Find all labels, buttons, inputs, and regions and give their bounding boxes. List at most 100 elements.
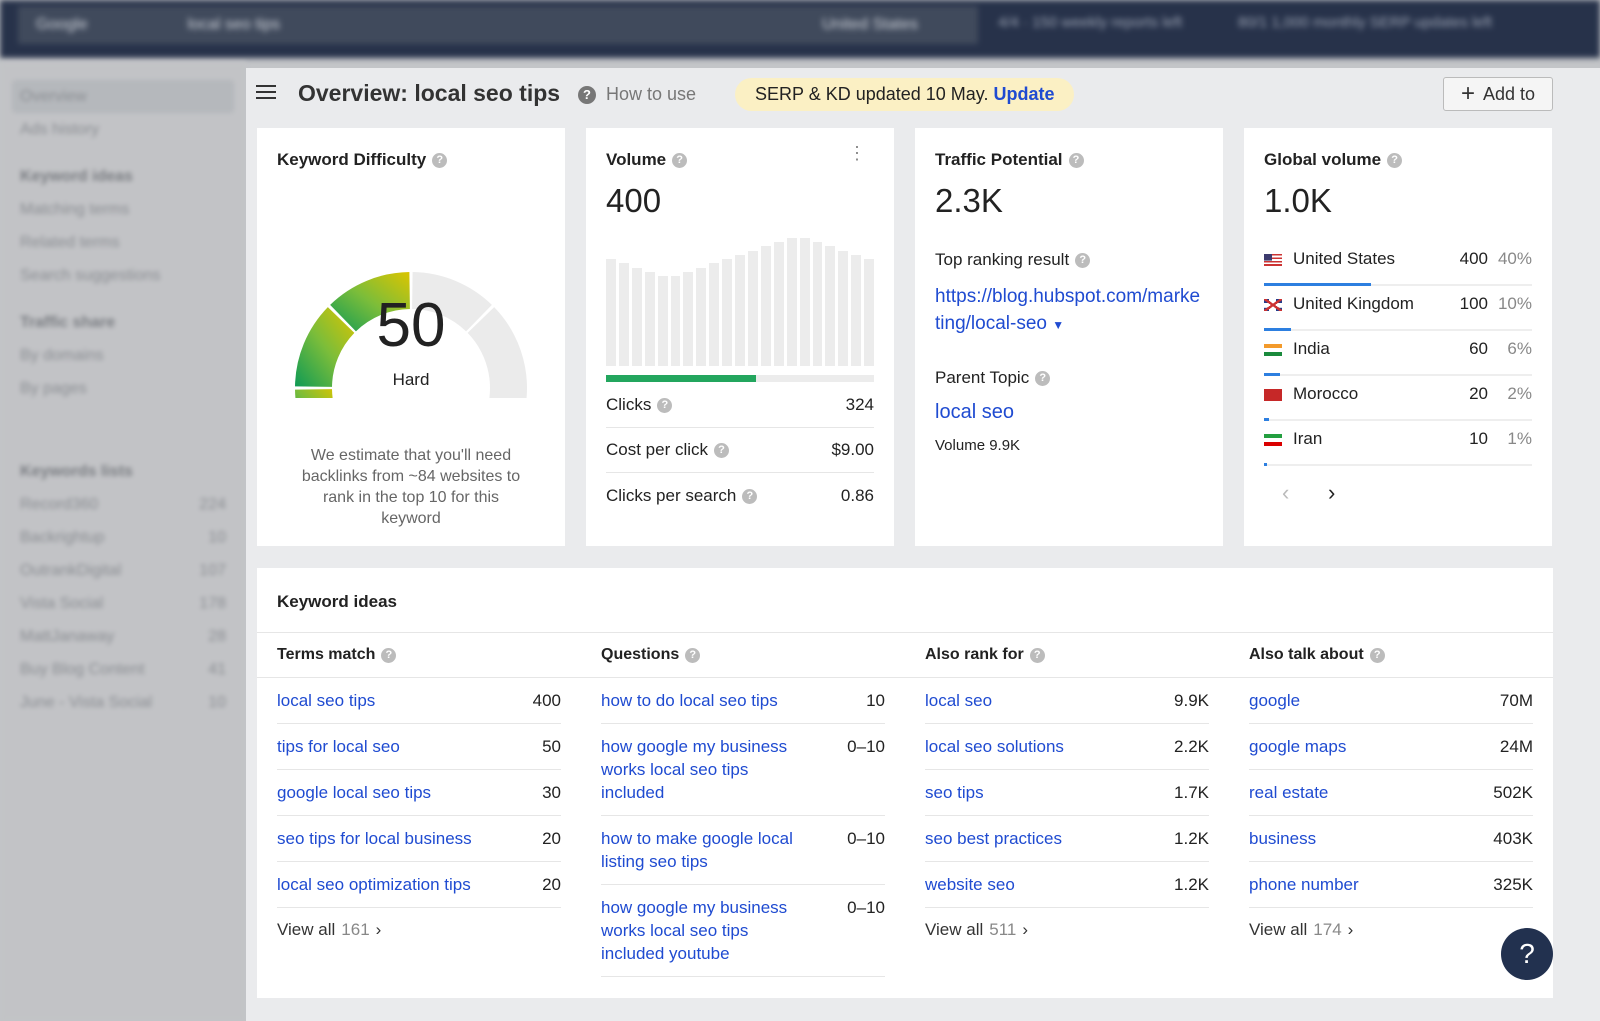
ma-flag-icon (1264, 389, 1282, 401)
country-volume: 400 (1459, 249, 1488, 268)
sidebar-item[interactable]: Matching terms (0, 193, 246, 226)
help-icon[interactable]: ? (1075, 253, 1091, 269)
help-icon[interactable]: ? (685, 647, 701, 663)
keyword-volume: 1.2K (1174, 875, 1209, 894)
help-button[interactable]: ? (1501, 928, 1553, 980)
sidebar-item[interactable]: Related terms (0, 226, 246, 259)
query-input[interactable]: local seo tips (188, 16, 281, 34)
help-icon[interactable]: ? (742, 488, 758, 504)
keyword-link[interactable]: tips for local seo (277, 735, 400, 758)
keyword-link[interactable]: seo tips (925, 781, 984, 804)
keyword-list-item[interactable]: June - Vista Social 10 (0, 686, 246, 719)
menu-icon[interactable] (256, 85, 276, 101)
search-bar[interactable]: Google local seo tips United States (18, 6, 978, 44)
view-all-link[interactable]: View all 174 › (1249, 920, 1533, 940)
keyword-row: seo tips 1.7K (925, 770, 1209, 816)
sidebar-item[interactable]: Overview (12, 80, 234, 113)
help-icon[interactable]: ? (1035, 371, 1051, 387)
view-all-link[interactable]: View all 511 › (925, 920, 1209, 940)
keyword-list-item[interactable]: Backrightup 10 (0, 521, 246, 554)
parent-topic-link[interactable]: local seo (935, 401, 1014, 424)
help-icon[interactable]: ? (714, 443, 730, 459)
help-icon[interactable]: ? (672, 153, 688, 169)
country-select[interactable]: United States (822, 16, 918, 34)
keyword-link[interactable]: local seo optimization tips (277, 873, 471, 896)
keyword-link[interactable]: business (1249, 827, 1316, 850)
keyword-link[interactable]: google (1249, 689, 1300, 712)
keyword-link[interactable]: google maps (1249, 735, 1346, 758)
sidebar-item[interactable]: Search suggestions (0, 259, 246, 292)
country-volume: 60 (1469, 339, 1488, 358)
trend-bar (709, 263, 720, 366)
sidebar-lists-title: Keywords lists (20, 462, 133, 480)
engine-select[interactable]: Google (36, 16, 88, 34)
keyword-link[interactable]: how to do local seo tips (601, 689, 778, 712)
keyword-ideas-column: Also rank for? local seo 9.9K local seo sol… (905, 633, 1229, 940)
next-page-icon[interactable]: › (1328, 480, 1335, 506)
trend-bar (773, 242, 784, 366)
country-name: Iran (1293, 429, 1323, 448)
kd-label: Hard (392, 370, 430, 389)
keyword-list-item[interactable]: OutrankDigital 107 (0, 554, 246, 587)
keyword-link[interactable]: google local seo tips (277, 781, 431, 804)
list-count: 10 (208, 693, 226, 711)
help-icon[interactable]: ? (1387, 153, 1403, 169)
kd-title: Keyword Difficulty (277, 150, 427, 169)
sidebar-item-label: By domains (20, 346, 104, 364)
how-to-use-link[interactable]: ? How to use (578, 84, 696, 105)
list-count: 41 (208, 660, 226, 678)
column-title: Also talk about (1249, 646, 1364, 663)
sidebar: Overview Ads history Keyword ideas Matching… (0, 62, 246, 1021)
sidebar-item[interactable]: By pages (0, 372, 246, 405)
keyword-row: google 70M (1249, 678, 1533, 724)
keyword-link[interactable]: how google my business works local seo t… (601, 896, 811, 965)
keyword-list-item[interactable]: Record360 224 (0, 488, 246, 521)
metric-label: Clicks per search (606, 485, 737, 505)
add-to-button[interactable]: + Add to (1443, 77, 1553, 111)
column-title: Terms match (277, 646, 376, 663)
help-icon[interactable]: ? (432, 153, 448, 169)
keyword-list-item[interactable]: Vista Social 178 (0, 587, 246, 620)
keyword-link[interactable]: seo tips for local business (277, 827, 472, 850)
keyword-link[interactable]: real estate (1249, 781, 1328, 804)
keyword-volume: 502K (1493, 783, 1533, 802)
sidebar-section-title: Traffic share (20, 313, 116, 331)
in-flag-icon (1264, 344, 1282, 356)
caret-down-icon[interactable]: ▼ (1052, 318, 1064, 332)
view-all-count: 161 (341, 920, 370, 939)
keyword-link[interactable]: how to make google local listing seo tip… (601, 827, 811, 873)
list-name: MattJanaway (20, 627, 115, 645)
sidebar-item[interactable]: Ads history (0, 113, 246, 146)
more-icon[interactable]: ⋮ (848, 144, 866, 162)
top-result-link[interactable]: https://blog.hubspot.com/marketing/local… (935, 286, 1200, 334)
trend-bar (851, 254, 862, 366)
view-all-link[interactable]: View all 161 › (277, 920, 561, 940)
keyword-list-item[interactable]: MattJanaway 28 (0, 620, 246, 653)
keyword-link[interactable]: how google my business works local seo t… (601, 735, 811, 804)
prev-page-icon[interactable]: ‹ (1282, 480, 1289, 506)
help-icon[interactable]: ? (1068, 153, 1084, 169)
keyword-link[interactable]: seo best practices (925, 827, 1062, 850)
update-link[interactable]: Update (993, 84, 1054, 105)
keyword-volume: 325K (1493, 875, 1533, 894)
help-icon[interactable]: ? (1369, 647, 1385, 663)
sidebar-item[interactable]: By domains (0, 339, 246, 372)
keyword-volume: 50 (542, 737, 561, 756)
help-icon[interactable]: ? (657, 398, 673, 414)
help-icon[interactable]: ? (1029, 647, 1045, 663)
country-row: Iran 10 1% (1264, 421, 1532, 466)
keyword-volume: 0–10 (847, 737, 885, 756)
question-icon: ? (578, 85, 596, 104)
sidebar-item-label: Search suggestions (20, 266, 161, 284)
keyword-link[interactable]: local seo solutions (925, 735, 1064, 758)
keyword-link[interactable]: website seo (925, 873, 1015, 896)
keyword-link[interactable]: phone number (1249, 873, 1359, 896)
keyword-ideas-title: Keyword ideas (277, 592, 397, 611)
trend-bar (838, 250, 849, 366)
keyword-list-item[interactable]: Buy Blog Content 41 (0, 653, 246, 686)
keyword-row: local seo solutions 2.2K (925, 724, 1209, 770)
keyword-link[interactable]: local seo (925, 689, 992, 712)
keyword-link[interactable]: local seo tips (277, 689, 375, 712)
help-icon[interactable]: ? (381, 647, 397, 663)
metric-label: Cost per click (606, 440, 709, 459)
